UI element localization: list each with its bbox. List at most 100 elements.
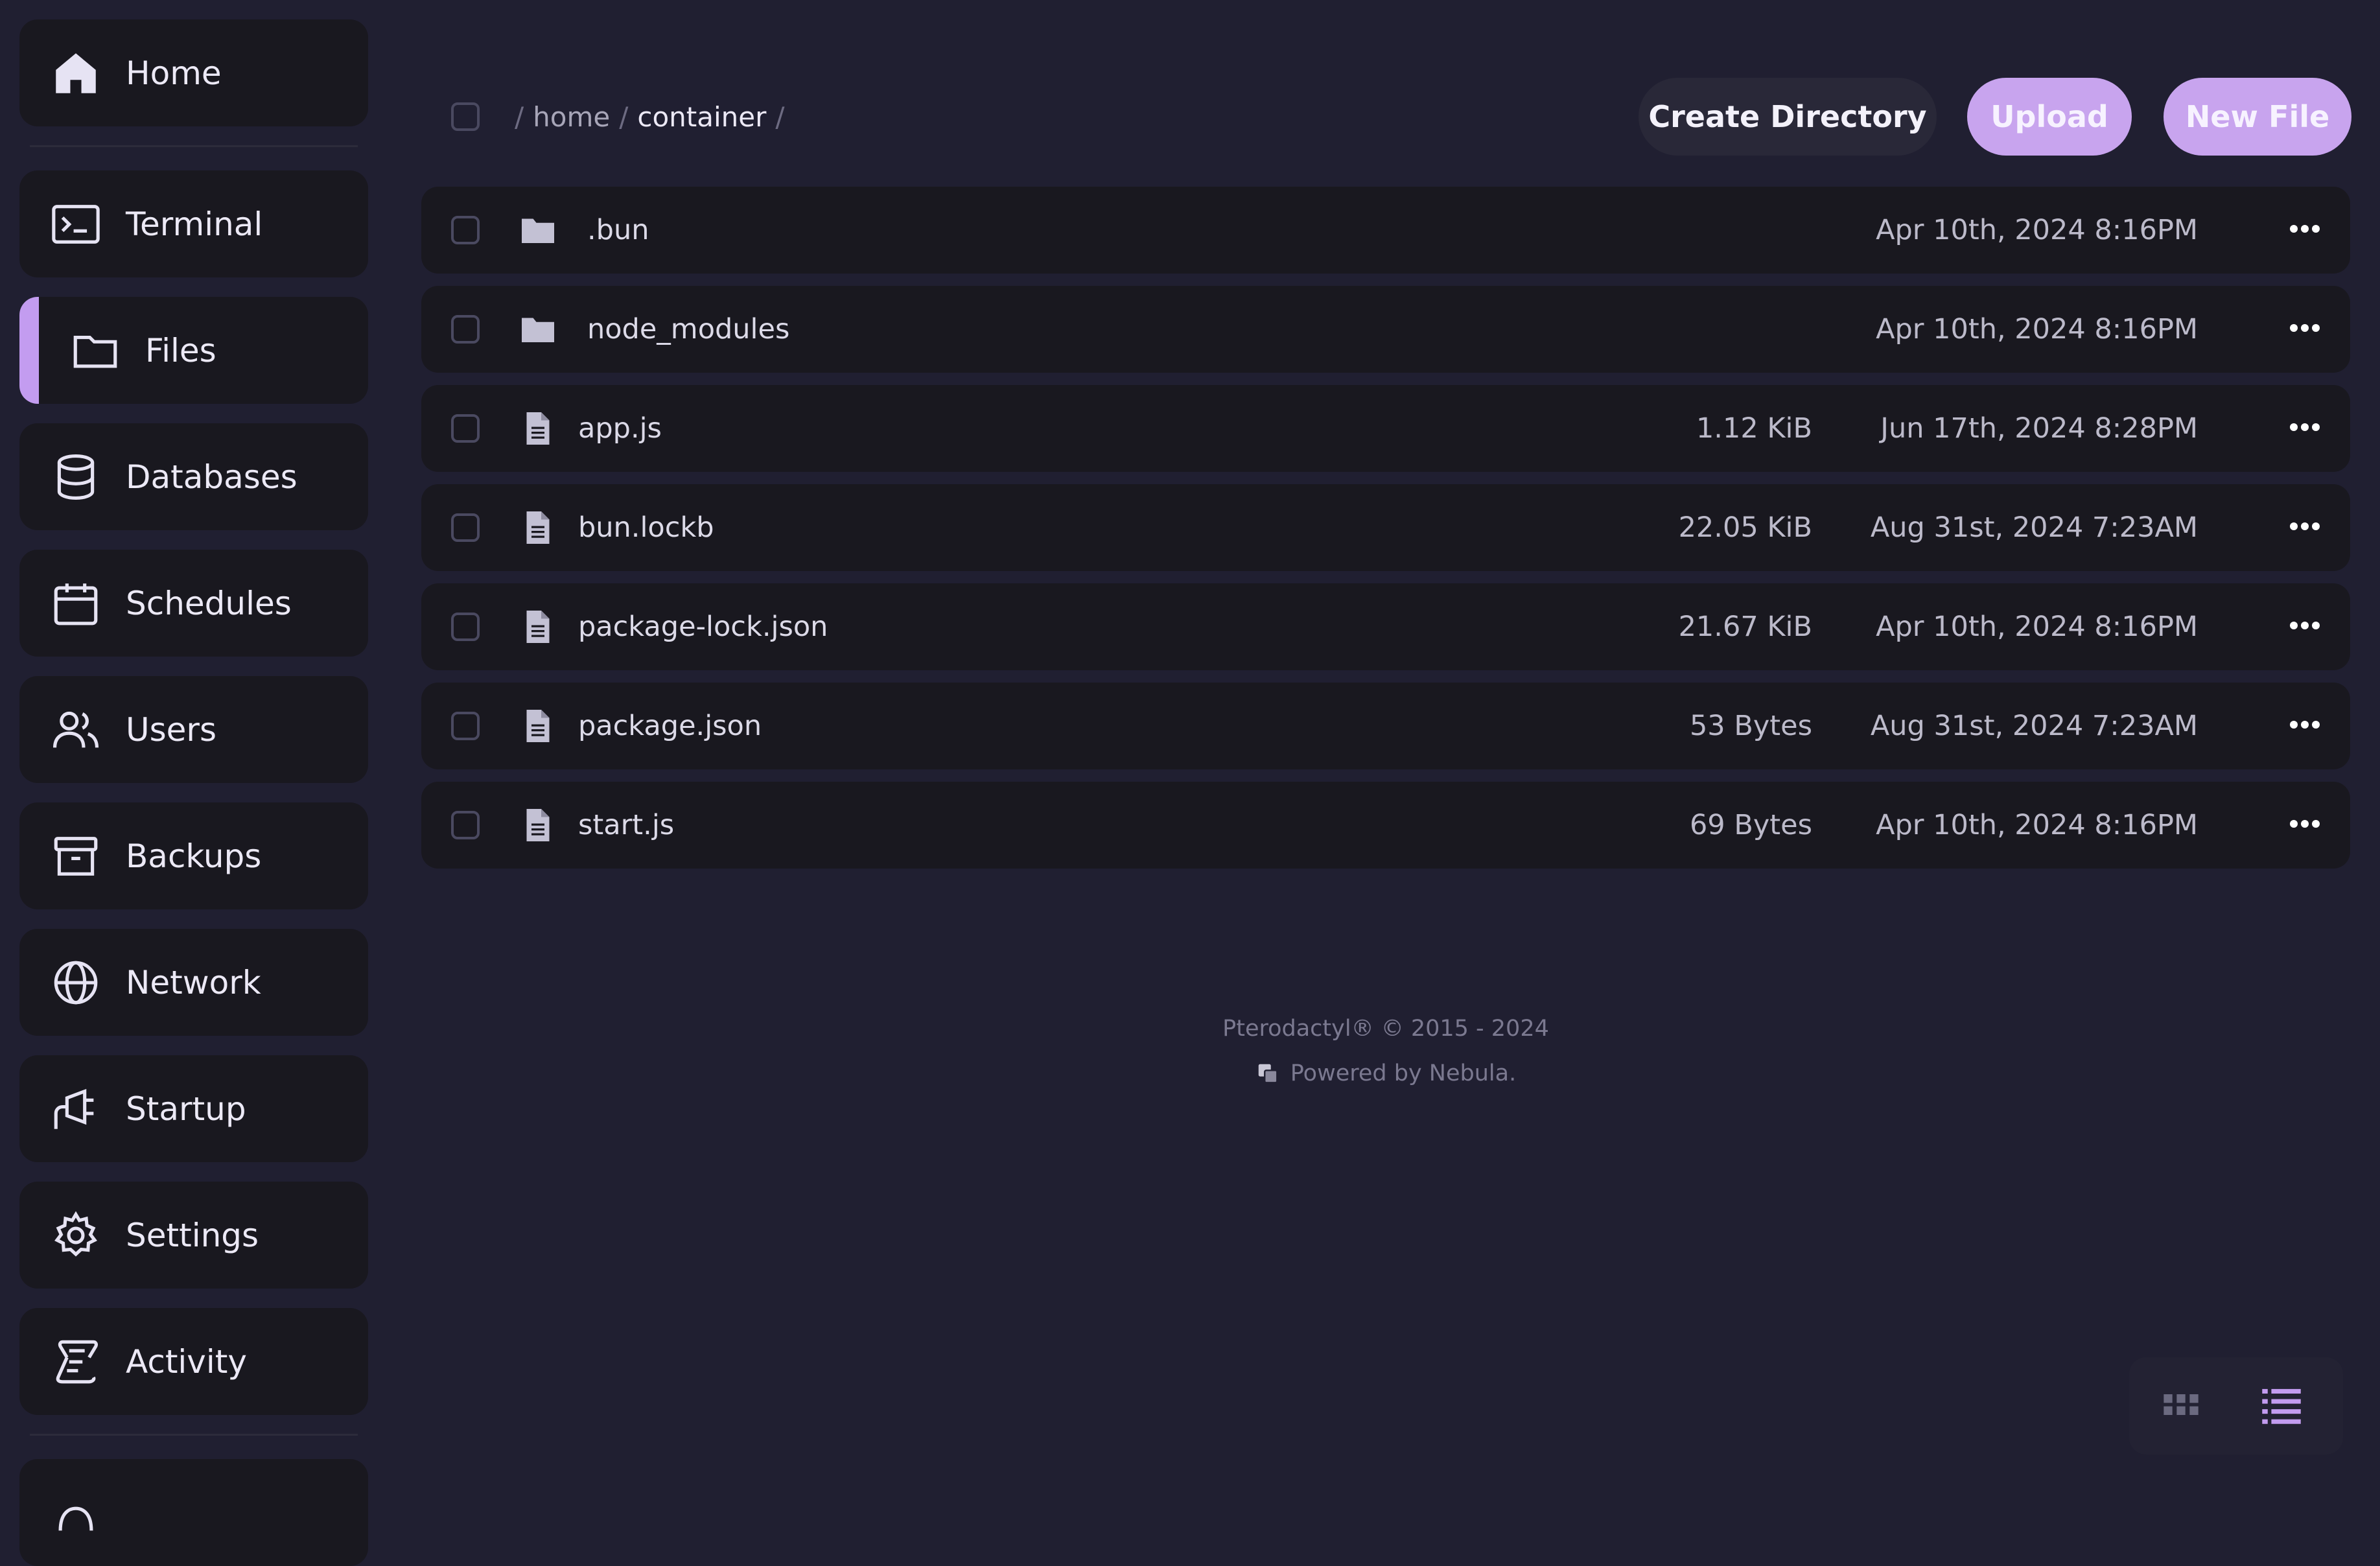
upload-button[interactable]: Upload [1967,78,2132,156]
sidebar-item-terminal[interactable]: Terminal [19,170,368,277]
home-icon [49,47,102,100]
view-toggle [2129,1357,2343,1455]
sidebar-item-label: Startup [126,1090,246,1128]
globe-icon [49,956,102,1009]
file-icon [519,806,557,845]
sidebar-item-label: Network [126,963,261,1001]
file-name[interactable]: .bun [587,187,649,274]
file-row[interactable]: bun.lockb 22.05 KiB Aug 31st, 2024 7:23AM [421,484,2350,571]
sidebar: Home Terminal Files Databases Schedules … [0,0,389,1566]
file-name[interactable]: app.js [578,385,662,472]
row-checkbox[interactable] [451,613,480,641]
more-options-button[interactable] [2279,409,2331,448]
sidebar-item-files[interactable]: Files [19,297,368,404]
sidebar-item-databases[interactable]: Databases [19,423,368,530]
file-row[interactable]: package.json 53 Bytes Aug 31st, 2024 7:23A… [421,683,2350,769]
footer-copyright: Pterodactyl® © 2015 - 2024 [1222,1016,1549,1042]
footer-powered-by: Powered by Nebula. [421,1060,2350,1086]
sidebar-item-label: Backups [126,837,262,875]
file-name[interactable]: start.js [578,782,674,869]
file-row[interactable]: package-lock.json 21.67 KiB Apr 10th, 2024… [421,583,2350,670]
more-options-button[interactable] [2279,707,2331,745]
new-file-button[interactable]: New File [2164,78,2351,156]
more-options-button[interactable] [2279,607,2331,646]
row-checkbox[interactable] [451,315,480,344]
sidebar-item-network[interactable]: Network [19,929,368,1036]
file-name[interactable]: bun.lockb [578,484,714,571]
grid-icon [2160,1384,2202,1428]
folder-icon [519,310,557,349]
nebula-logo-icon [1255,1061,1280,1086]
file-icon [519,707,557,745]
sidebar-item-partial[interactable] [19,1459,368,1566]
more-options-button[interactable] [2279,806,2331,845]
sidebar-item-label: Files [145,331,216,369]
file-modified-date: Aug 31st, 2024 7:23AM [1870,511,2198,544]
sidebar-item-label: Activity [126,1342,247,1381]
powered-by-text: Powered by Nebula. [1290,1060,1517,1086]
ellipsis-icon [2289,619,2320,635]
ellipsis-icon [2289,321,2320,337]
file-name[interactable]: package.json [578,683,762,769]
ellipsis-icon [2289,520,2320,535]
file-modified-date: Apr 10th, 2024 8:16PM [1876,313,2198,345]
folder-icon [69,324,122,377]
more-options-button[interactable] [2279,211,2331,250]
file-row[interactable]: start.js 69 Bytes Apr 10th, 2024 8:16PM [421,782,2350,869]
more-options-button[interactable] [2279,310,2331,349]
ellipsis-icon [2289,718,2320,734]
partial-icon [49,1486,102,1539]
file-size: 1.12 KiB [1696,412,1812,445]
sidebar-item-label: Users [126,710,217,749]
breadcrumb-container[interactable]: container [637,101,766,133]
row-checkbox[interactable] [451,414,480,443]
scroll-icon [49,1335,102,1388]
sidebar-divider [30,145,358,147]
file-size: 69 Bytes [1689,809,1812,841]
sidebar-item-home[interactable]: Home [19,19,368,126]
row-checkbox[interactable] [451,216,480,244]
file-modified-date: Apr 10th, 2024 8:16PM [1876,611,2198,643]
file-size: 22.05 KiB [1678,511,1812,544]
ellipsis-icon [2289,222,2320,238]
breadcrumb-home[interactable]: home [533,101,610,133]
file-name[interactable]: node_modules [587,286,789,373]
sidebar-item-label: Schedules [126,584,292,622]
file-row[interactable]: app.js 1.12 KiB Jun 17th, 2024 8:28PM [421,385,2350,472]
file-size: 21.67 KiB [1678,611,1812,643]
folder-icon [519,211,557,250]
ellipsis-icon [2289,817,2320,833]
gear-icon [49,1209,102,1262]
list-view-button[interactable] [2256,1380,2307,1432]
file-name[interactable]: package-lock.json [578,583,828,670]
sidebar-item-backups[interactable]: Backups [19,802,368,909]
database-icon [49,450,102,504]
file-row[interactable]: node_modules Apr 10th, 2024 8:16PM [421,286,2350,373]
file-modified-date: Apr 10th, 2024 8:16PM [1876,809,2198,841]
sidebar-item-activity[interactable]: Activity [19,1308,368,1415]
file-modified-date: Jun 17th, 2024 8:28PM [1880,412,2198,445]
sidebar-item-schedules[interactable]: Schedules [19,550,368,657]
file-size: 53 Bytes [1689,710,1812,742]
terminal-icon [49,198,102,251]
sidebar-item-label: Terminal [126,205,263,243]
users-icon [49,703,102,756]
create-directory-button[interactable]: Create Directory [1639,78,1937,156]
sidebar-item-settings[interactable]: Settings [19,1182,368,1289]
file-icon [519,607,557,646]
file-row[interactable]: .bun Apr 10th, 2024 8:16PM [421,187,2350,274]
sidebar-item-users[interactable]: Users [19,676,368,783]
list-icon [2259,1383,2304,1429]
plug-icon [49,1082,102,1136]
calendar-icon [49,577,102,630]
file-icon [519,409,557,448]
sidebar-item-startup[interactable]: Startup [19,1055,368,1162]
breadcrumb: / home / container / [515,100,785,133]
row-checkbox[interactable] [451,712,480,740]
row-checkbox[interactable] [451,513,480,542]
grid-view-button[interactable] [2155,1380,2207,1432]
select-all-checkbox[interactable] [451,102,480,131]
more-options-button[interactable] [2279,508,2331,547]
row-checkbox[interactable] [451,811,480,839]
file-icon [519,508,557,547]
